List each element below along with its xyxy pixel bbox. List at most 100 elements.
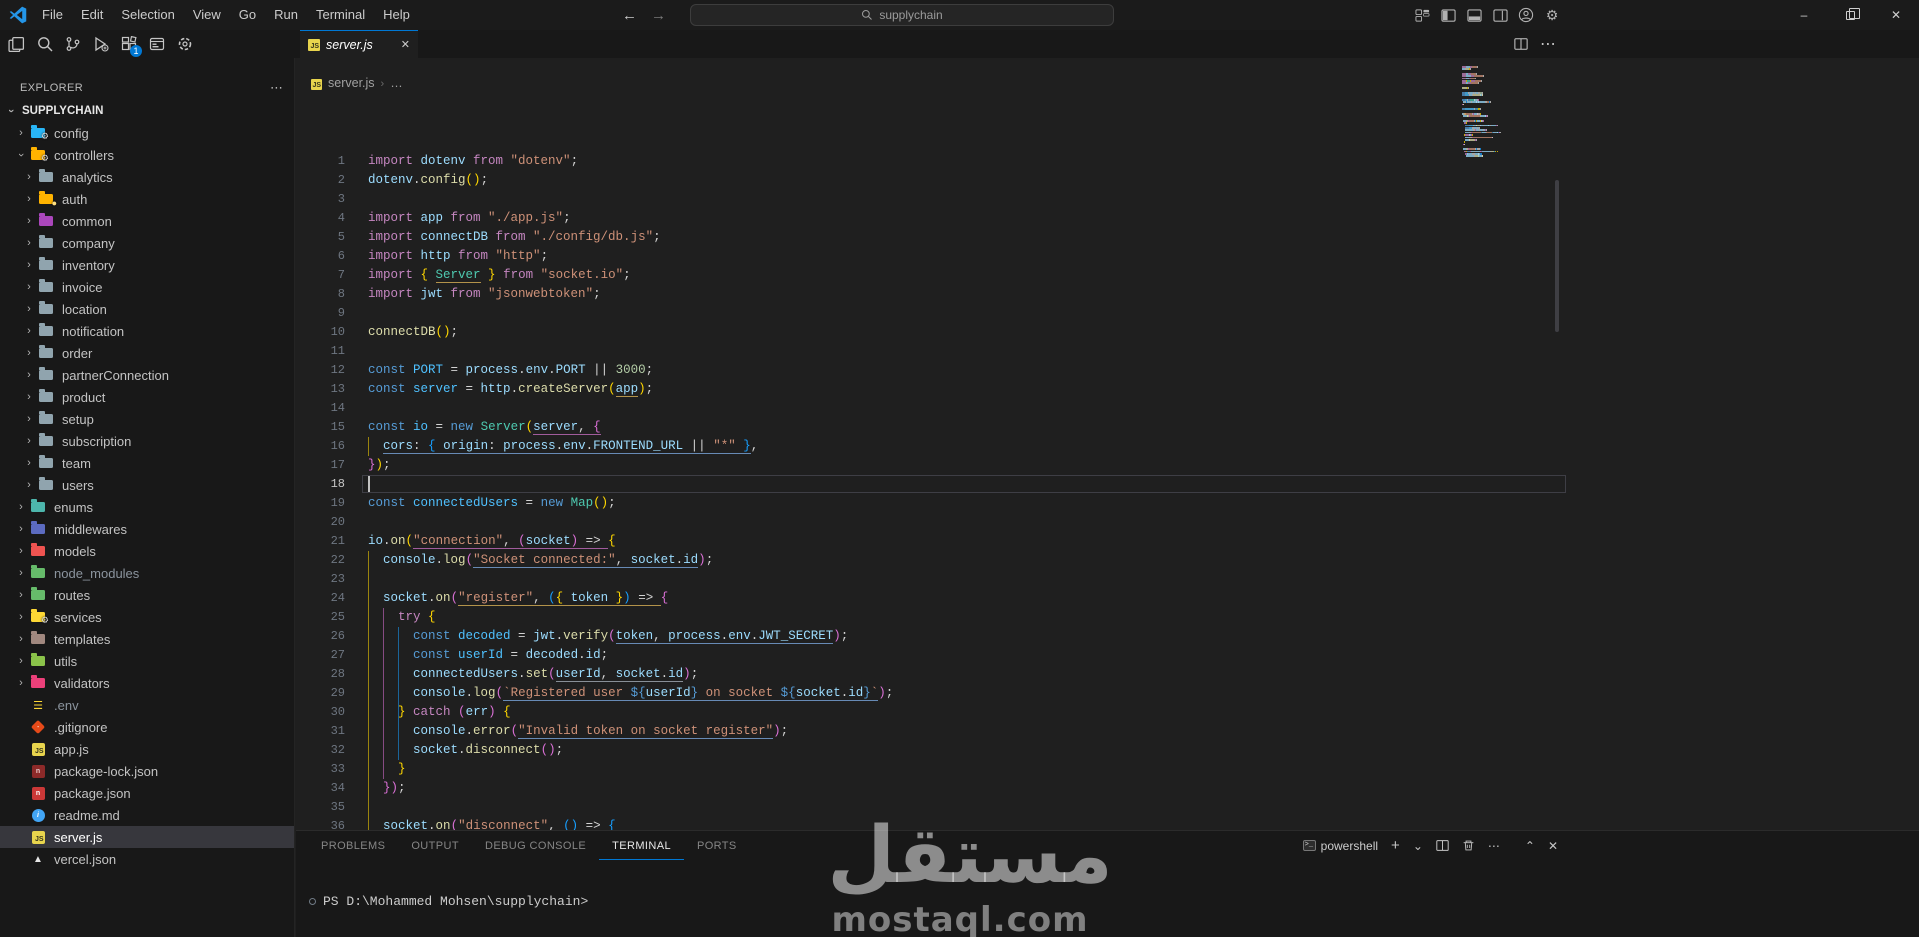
- minimize-button[interactable]: –: [1781, 0, 1827, 30]
- code-line-32[interactable]: 32 socket.disconnect();: [296, 741, 1919, 760]
- code-line-10[interactable]: 10 connectDB();: [296, 323, 1919, 342]
- explorer-item-location[interactable]: › location: [0, 298, 294, 320]
- explorer-item-inventory[interactable]: › inventory: [0, 254, 294, 276]
- code-line-31[interactable]: 31 console.error("Invalid token on socke…: [296, 722, 1919, 741]
- editor-more-actions-icon[interactable]: ⋯: [1540, 34, 1556, 54]
- code-line-5[interactable]: 5 import connectDB from "./config/db.js";: [296, 228, 1919, 247]
- command-center-search[interactable]: supplychain: [690, 4, 1114, 26]
- code-line-16[interactable]: 16 cors: { origin: process.env.FRONTEND_…: [296, 437, 1919, 456]
- tab-close-icon[interactable]: ✕: [401, 38, 410, 51]
- menu-view[interactable]: View: [184, 4, 230, 26]
- explorer-item-controllers[interactable]: › ⚙ controllers: [0, 144, 294, 166]
- breadcrumb-file[interactable]: server.js: [328, 76, 375, 90]
- explorer-item-product[interactable]: › product: [0, 386, 294, 408]
- code-line-6[interactable]: 6 import http from "http";: [296, 247, 1919, 266]
- new-terminal-icon[interactable]: +: [1391, 837, 1400, 854]
- maximize-panel-icon[interactable]: ⌃: [1525, 839, 1535, 853]
- menu-run[interactable]: Run: [265, 4, 307, 26]
- panel-tab-ports[interactable]: PORTS: [684, 831, 750, 860]
- search-icon[interactable]: [34, 33, 55, 55]
- code-line-23[interactable]: 23: [296, 570, 1919, 589]
- breadcrumb-more[interactable]: …: [390, 76, 403, 90]
- editor-area[interactable]: JS server.js › … 1 import dotenv from "do…: [296, 58, 1919, 830]
- panel-tab-output[interactable]: OUTPUT: [398, 831, 472, 860]
- extensions-icon[interactable]: 1: [118, 33, 142, 57]
- panel-tab-debug-console[interactable]: DEBUG CONSOLE: [472, 831, 599, 860]
- breadcrumb[interactable]: JS server.js › …: [296, 58, 1919, 94]
- toggle-secondary-sidebar-icon[interactable]: [1492, 7, 1508, 23]
- explorer-item-order[interactable]: › order: [0, 342, 294, 364]
- code-line-3[interactable]: 3: [296, 190, 1919, 209]
- explorer-item-package-json[interactable]: n package.json: [0, 782, 294, 804]
- code-line-19[interactable]: 19 const connectedUsers = new Map();: [296, 494, 1919, 513]
- toggle-sidebar-icon[interactable]: [1440, 7, 1456, 23]
- code-line-7[interactable]: 7 import { Server } from "socket.io";: [296, 266, 1919, 285]
- explorer-item-server-js[interactable]: JS server.js: [0, 826, 294, 848]
- explorer-item-analytics[interactable]: › analytics: [0, 166, 294, 188]
- explorer-item-invoice[interactable]: › invoice: [0, 276, 294, 298]
- settings-ring-icon[interactable]: [174, 33, 195, 55]
- explorer-item-users[interactable]: › users: [0, 474, 294, 496]
- explorer-item--env[interactable]: ☰ .env: [0, 694, 294, 716]
- explorer-item-models[interactable]: › models: [0, 540, 294, 562]
- explorer-item-team[interactable]: › team: [0, 452, 294, 474]
- code-line-4[interactable]: 4 import app from "./app.js";: [296, 209, 1919, 228]
- nav-back-arrow[interactable]: ←: [622, 7, 637, 24]
- panel-tab-terminal[interactable]: TERMINAL: [599, 831, 684, 860]
- code-line-8[interactable]: 8 import jwt from "jsonwebtoken";: [296, 285, 1919, 304]
- restore-button[interactable]: [1827, 0, 1873, 30]
- code-line-17[interactable]: 17});: [296, 456, 1919, 475]
- explorer-item-utils[interactable]: › utils: [0, 650, 294, 672]
- split-terminal-icon[interactable]: [1436, 839, 1449, 852]
- remote-window-icon[interactable]: [146, 33, 167, 55]
- code-line-22[interactable]: 22 console.log("Socket connected:", sock…: [296, 551, 1919, 570]
- code-line-27[interactable]: 27 const userId = decoded.id;: [296, 646, 1919, 665]
- explorer-item-app-js[interactable]: JS app.js: [0, 738, 294, 760]
- code-line-36[interactable]: 36 socket.on("disconnect", () => {: [296, 817, 1919, 830]
- code-line-26[interactable]: 26 const decoded = jwt.verify(token, pro…: [296, 627, 1919, 646]
- explorer-item-partnerconnection[interactable]: › partnerConnection: [0, 364, 294, 386]
- explorer-item-subscription[interactable]: › subscription: [0, 430, 294, 452]
- code-line-11[interactable]: 11: [296, 342, 1919, 361]
- code-line-34[interactable]: 34 });: [296, 779, 1919, 798]
- code-line-2[interactable]: 2 dotenv.config();: [296, 171, 1919, 190]
- code-line-15[interactable]: 15 const io = new Server(server, {: [296, 418, 1919, 437]
- explorer-item-templates[interactable]: › templates: [0, 628, 294, 650]
- minimap[interactable]: [1462, 66, 1514, 162]
- explorer-item--gitignore[interactable]: · .gitignore: [0, 716, 294, 738]
- code-line-1[interactable]: 1 import dotenv from "dotenv";: [296, 152, 1919, 171]
- code-line-35[interactable]: 35: [296, 798, 1919, 817]
- shell-selector[interactable]: >_ powershell: [1302, 839, 1378, 853]
- menu-edit[interactable]: Edit: [72, 4, 112, 26]
- code-line-28[interactable]: 28 connectedUsers.set(userId, socket.id)…: [296, 665, 1919, 684]
- explorer-more-actions-icon[interactable]: ⋯: [270, 80, 284, 96]
- code-line-20[interactable]: 20: [296, 513, 1919, 532]
- toggle-panel-icon[interactable]: [1466, 7, 1482, 23]
- code-content[interactable]: 1 import dotenv from "dotenv"; 2 dotenv.con…: [296, 152, 1919, 830]
- explorer-item-readme-md[interactable]: i readme.md: [0, 804, 294, 826]
- explorer-item-common[interactable]: › common: [0, 210, 294, 232]
- nav-forward-arrow[interactable]: →: [651, 7, 666, 24]
- code-line-18[interactable]: 18: [296, 475, 1919, 494]
- explorer-item-enums[interactable]: › enums: [0, 496, 294, 518]
- customize-layout-icon[interactable]: [1414, 7, 1430, 23]
- run-debug-icon[interactable]: [90, 33, 111, 55]
- menu-terminal[interactable]: Terminal: [307, 4, 374, 26]
- split-editor-icon[interactable]: [1514, 37, 1528, 51]
- code-line-9[interactable]: 9: [296, 304, 1919, 323]
- explorer-root-supplychain[interactable]: › SUPPLYCHAIN: [0, 100, 294, 122]
- explorer-item-validators[interactable]: › validators: [0, 672, 294, 694]
- code-line-13[interactable]: 13 const server = http.createServer(app);: [296, 380, 1919, 399]
- explorer-item-company[interactable]: › company: [0, 232, 294, 254]
- explorer-item-node-modules[interactable]: › node_modules: [0, 562, 294, 584]
- close-panel-icon[interactable]: ✕: [1548, 839, 1558, 853]
- terminal-content[interactable]: PS D:\Mohammed Mohsen\supplychain>: [296, 860, 1919, 909]
- explorer-item-notification[interactable]: › notification: [0, 320, 294, 342]
- explorer-item-vercel-json[interactable]: ▲ vercel.json: [0, 848, 294, 870]
- explorer-item-package-lock-json[interactable]: n package-lock.json: [0, 760, 294, 782]
- menu-selection[interactable]: Selection: [112, 4, 183, 26]
- code-line-33[interactable]: 33 }: [296, 760, 1919, 779]
- menu-go[interactable]: Go: [230, 4, 265, 26]
- code-line-30[interactable]: 30 } catch (err) {: [296, 703, 1919, 722]
- close-button[interactable]: ✕: [1873, 0, 1919, 30]
